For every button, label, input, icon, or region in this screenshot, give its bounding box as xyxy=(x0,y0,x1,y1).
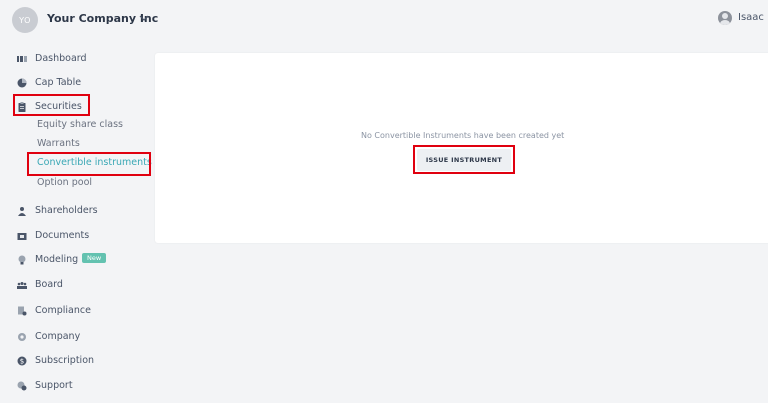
sidebar-item-label: Company xyxy=(35,331,81,342)
company-avatar[interactable]: YO xyxy=(12,7,38,33)
sidebar-item-label: Documents xyxy=(35,230,90,241)
svg-text:$: $ xyxy=(20,358,24,366)
sidebar-item-board[interactable]: Board xyxy=(0,276,150,294)
sidebar-item-shareholders[interactable]: Shareholders xyxy=(0,202,150,220)
sidebar-item-company[interactable]: Company xyxy=(0,328,150,346)
sidebar-item-modeling[interactable]: Modeling New xyxy=(0,251,150,269)
sidebar-item-label: Dashboard xyxy=(35,53,87,64)
empty-state-message: No Convertible Instruments have been cre… xyxy=(361,131,565,140)
chevron-down-icon[interactable] xyxy=(138,12,150,24)
sidebar-item-label: Modeling xyxy=(35,254,79,265)
sidebar-item-cap-table[interactable]: Cap Table xyxy=(0,74,150,92)
group-icon xyxy=(17,282,27,289)
sidebar-item-compliance[interactable]: Compliance xyxy=(0,302,150,320)
support-icon xyxy=(17,381,27,391)
lightbulb-icon xyxy=(18,255,26,265)
sidebar-item-label: Board xyxy=(35,279,63,290)
sidebar-subitem-equity-share-class[interactable]: Equity share class xyxy=(37,119,123,133)
sidebar-subitem-option-pool[interactable]: Option pool xyxy=(37,177,92,191)
sidebar-subitem-warrants[interactable]: Warrants xyxy=(37,138,80,152)
sidebar-item-label: Subscription xyxy=(35,355,95,366)
sidebar-item-label: Cap Table xyxy=(35,77,82,88)
folder-icon xyxy=(17,233,27,240)
highlight-box xyxy=(27,152,151,176)
person-icon xyxy=(18,207,26,216)
document-check-icon xyxy=(18,306,27,316)
pie-chart-icon xyxy=(17,78,27,88)
dollar-icon: $ xyxy=(17,356,27,366)
top-bar: YO Your Company Inc Isaac xyxy=(0,0,768,38)
sidebar-item-label: Compliance xyxy=(35,305,91,316)
sidebar-item-label: Support xyxy=(35,380,73,391)
user-avatar-icon[interactable] xyxy=(718,11,732,25)
sidebar-item-support[interactable]: Support xyxy=(0,377,150,395)
highlight-box xyxy=(13,94,90,116)
sidebar-item-label: Shareholders xyxy=(35,205,98,216)
gear-icon xyxy=(18,333,26,341)
highlight-box xyxy=(413,145,515,174)
sidebar-item-documents[interactable]: Documents xyxy=(0,227,150,245)
user-name[interactable]: Isaac xyxy=(738,12,764,23)
new-badge: New xyxy=(82,253,107,263)
dashboard-icon xyxy=(17,56,27,62)
sidebar-item-subscription[interactable]: $ Subscription xyxy=(0,352,150,370)
sidebar-item-dashboard[interactable]: Dashboard xyxy=(0,50,150,68)
